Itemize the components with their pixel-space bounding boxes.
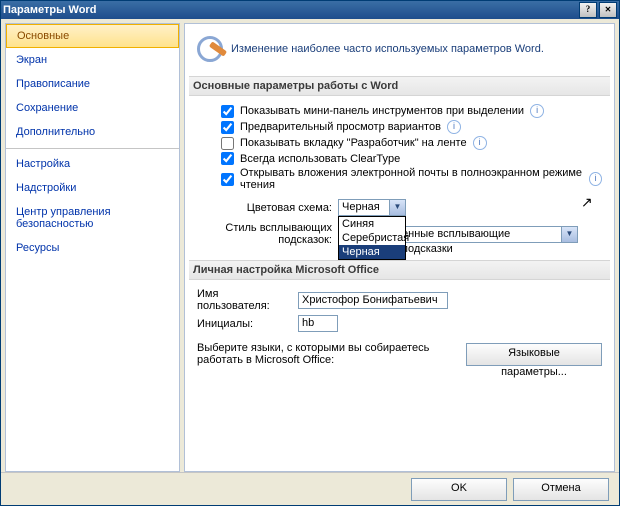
info-icon[interactable] <box>447 120 461 134</box>
chk-developer-tab[interactable] <box>221 137 234 150</box>
lbl-fullscreen-mail: Открывать вложения электронной почты в п… <box>240 167 583 191</box>
chk-mini-toolbar[interactable] <box>221 105 234 118</box>
color-option-black[interactable]: Черная <box>339 245 405 259</box>
dialog-footer: OK Отмена <box>1 472 619 505</box>
sidebar-item-proofing[interactable]: Правописание <box>6 72 179 96</box>
sidebar-item-resources[interactable]: Ресурсы <box>6 236 179 260</box>
color-scheme-value: Черная <box>342 201 380 213</box>
close-button[interactable] <box>599 2 617 18</box>
dialog-body: Основные Экран Правописание Сохранение Д… <box>1 19 619 472</box>
sidebar-item-addins[interactable]: Надстройки <box>6 176 179 200</box>
sidebar-item-display[interactable]: Экран <box>6 48 179 72</box>
sidebar-item-basic[interactable]: Основные <box>6 24 179 48</box>
lbl-mini-toolbar: Показывать мини-панель инструментов при … <box>240 105 524 117</box>
lang-settings-button[interactable]: Языковые параметры... <box>466 343 602 366</box>
tooltip-style-value: енные всплывающие подсказки <box>402 228 510 255</box>
opt-developer-tab: Показывать вкладку "Разработчик" на лент… <box>221 136 602 150</box>
lang-hint: Выберите языки, с которыми вы собираетес… <box>197 342 454 366</box>
lbl-color-scheme: Цветовая схема: <box>197 202 332 214</box>
dialog-window: Параметры Word Основные Экран Правописан… <box>0 0 620 506</box>
sidebar: Основные Экран Правописание Сохранение Д… <box>5 23 180 472</box>
opt-fullscreen-mail: Открывать вложения электронной почты в п… <box>221 167 602 191</box>
content-pane: Изменение наиболее часто используемых па… <box>184 23 615 472</box>
select-color-scheme[interactable]: Черная Синяя Серебристая Черная <box>338 199 406 216</box>
lbl-live-preview: Предварительный просмотр вариантов <box>240 121 441 133</box>
lbl-username: Имя пользователя: <box>197 288 292 312</box>
page-header: Изменение наиболее часто используемых па… <box>197 36 602 62</box>
sidebar-item-advanced[interactable]: Дополнительно <box>6 120 179 144</box>
info-icon[interactable] <box>589 172 602 186</box>
select-tooltip-style[interactable]: енные всплывающие подсказки <box>398 226 578 243</box>
chk-live-preview[interactable] <box>221 121 234 134</box>
lbl-cleartype: Всегда использовать ClearType <box>240 153 400 165</box>
info-icon[interactable] <box>530 104 544 118</box>
cancel-button[interactable]: Отмена <box>513 478 609 501</box>
opt-mini-toolbar: Показывать мини-панель инструментов при … <box>221 104 602 118</box>
window-title: Параметры Word <box>3 4 577 16</box>
chk-cleartype[interactable] <box>221 152 234 165</box>
chk-fullscreen-mail[interactable] <box>221 173 234 186</box>
section1-title: Основные параметры работы с Word <box>189 76 610 96</box>
lbl-tooltip-style: Стиль всплывающих подсказок: <box>197 222 332 246</box>
section2-title: Личная настройка Microsoft Office <box>189 260 610 280</box>
info-icon[interactable] <box>473 136 487 150</box>
lbl-initials: Инициалы: <box>197 318 292 330</box>
page-title: Изменение наиболее часто используемых па… <box>231 43 544 55</box>
ok-button[interactable]: OK <box>411 478 507 501</box>
opt-live-preview: Предварительный просмотр вариантов <box>221 120 602 134</box>
color-scheme-dropdown: Синяя Серебристая Черная <box>338 216 406 260</box>
sidebar-item-trust[interactable]: Центр управления безопасностью <box>6 200 179 236</box>
input-initials[interactable]: hb <box>298 315 338 332</box>
lbl-developer-tab: Показывать вкладку "Разработчик" на лент… <box>240 137 467 149</box>
color-option-silver[interactable]: Серебристая <box>339 231 405 245</box>
settings-icon <box>197 36 223 62</box>
chevron-down-icon[interactable] <box>561 227 577 242</box>
color-option-blue[interactable]: Синяя <box>339 217 405 231</box>
titlebar: Параметры Word <box>1 1 619 19</box>
help-button[interactable] <box>579 2 597 18</box>
chevron-down-icon[interactable] <box>389 200 405 215</box>
opt-cleartype: Всегда использовать ClearType <box>221 152 602 165</box>
input-username[interactable]: Христофор Бонифатьевич <box>298 292 448 309</box>
sidebar-item-customize[interactable]: Настройка <box>6 148 179 176</box>
sidebar-item-save[interactable]: Сохранение <box>6 96 179 120</box>
